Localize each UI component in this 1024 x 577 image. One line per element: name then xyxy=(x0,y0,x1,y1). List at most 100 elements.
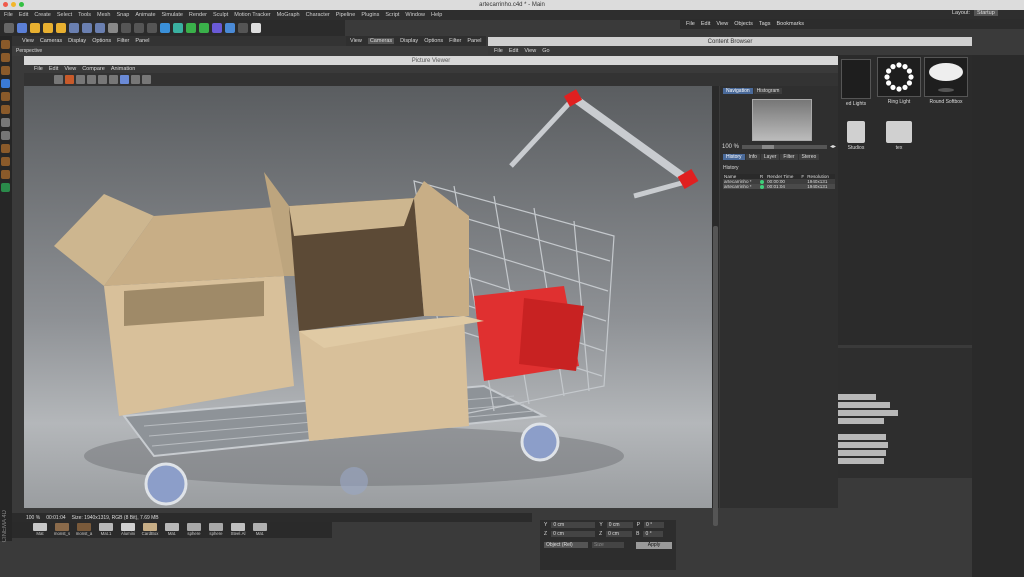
cube-icon[interactable] xyxy=(160,23,170,33)
camera-menu-filter[interactable]: Filter xyxy=(449,38,461,44)
lock-workplane-icon[interactable] xyxy=(1,157,10,166)
material-swatch[interactable]: Alumini xyxy=(118,522,138,538)
render-region-icon[interactable] xyxy=(65,75,74,84)
subdivision-icon[interactable] xyxy=(186,23,196,33)
viewport-menu-cameras[interactable]: Cameras xyxy=(40,38,62,44)
render-scrollbar[interactable] xyxy=(712,86,719,526)
undo-icon[interactable] xyxy=(4,23,14,33)
menu-edit[interactable]: Edit xyxy=(19,12,28,18)
material-swatch[interactable]: sphere xyxy=(184,522,204,538)
object-menu-tags[interactable]: Tags xyxy=(759,21,771,27)
menu-tools[interactable]: Tools xyxy=(78,12,91,18)
material-swatch[interactable]: Steel.Al xyxy=(228,522,248,538)
camera-menu-cameras[interactable]: Cameras xyxy=(367,38,395,44)
camera-menu-panel[interactable]: Panel xyxy=(467,38,481,44)
layout-selector[interactable]: Layout: Startup xyxy=(952,10,998,16)
sculpt-icon[interactable] xyxy=(1,183,10,192)
close-window-button[interactable] xyxy=(3,2,8,7)
menu-create[interactable]: Create xyxy=(34,12,51,18)
object-menu-edit[interactable]: Edit xyxy=(701,21,710,27)
tweak-mode-icon[interactable] xyxy=(1,131,10,140)
content-item-ring-light[interactable]: Ring Light xyxy=(876,57,922,105)
viewer-menu-compare[interactable]: Compare xyxy=(82,66,105,72)
polygons-mode-icon[interactable] xyxy=(1,66,10,75)
size-mode-select[interactable]: Size xyxy=(592,542,624,548)
viewer-menu-view[interactable]: View xyxy=(64,66,76,72)
channel-icon[interactable] xyxy=(131,75,140,84)
p-rotation-field[interactable]: 0 ° xyxy=(644,522,665,528)
texture-mode-icon[interactable] xyxy=(1,92,10,101)
menu-simulate[interactable]: Simulate xyxy=(162,12,183,18)
coordinate-mode-select[interactable]: Object (Rel) xyxy=(544,542,588,548)
stop-render-icon[interactable] xyxy=(76,75,85,84)
cloner-icon[interactable] xyxy=(199,23,209,33)
material-swatch[interactable]: Mat xyxy=(30,522,50,538)
b-rotation-field[interactable]: 0 ° xyxy=(643,531,664,537)
content-item-studios[interactable]: Studios xyxy=(836,121,876,151)
viewer-menu-animation[interactable]: Animation xyxy=(111,66,135,72)
content-item-round-softbox[interactable]: Round Softbox xyxy=(922,57,970,105)
tab-info[interactable]: Info xyxy=(745,154,760,160)
material-swatch[interactable]: Mat. xyxy=(250,522,270,538)
viewport-menu-panel[interactable]: Panel xyxy=(135,38,149,44)
menu-file[interactable]: File xyxy=(4,12,13,18)
value-bar[interactable] xyxy=(836,410,898,416)
status-zoom[interactable]: 100 % xyxy=(26,515,40,521)
scale-icon[interactable] xyxy=(43,23,53,33)
viewer-menu-file[interactable]: File xyxy=(34,66,43,72)
content-item-tex[interactable]: tex xyxy=(876,121,922,151)
menu-sculpt[interactable]: Sculpt xyxy=(213,12,228,18)
compare-b-icon[interactable] xyxy=(98,75,107,84)
menu-motion-tracker[interactable]: Motion Tracker xyxy=(234,12,270,18)
axis-mode-icon[interactable] xyxy=(1,118,10,127)
menu-plugins[interactable]: Plugins xyxy=(361,12,379,18)
edges-mode-icon[interactable] xyxy=(1,53,10,62)
navigation-thumbnail[interactable] xyxy=(752,99,812,141)
object-menu-bookmarks[interactable]: Bookmarks xyxy=(776,21,804,27)
y-position-field[interactable]: 0 cm xyxy=(551,522,596,528)
value-bar[interactable] xyxy=(836,450,886,456)
z-axis-icon[interactable] xyxy=(95,23,105,33)
render-icon[interactable] xyxy=(54,75,63,84)
content-item-lights[interactable]: ed Lights xyxy=(836,59,876,107)
deformer-icon[interactable] xyxy=(212,23,222,33)
menu-snap[interactable]: Snap xyxy=(116,12,129,18)
select-icon[interactable] xyxy=(17,23,27,33)
viewer-menu-edit[interactable]: Edit xyxy=(49,66,58,72)
value-bar[interactable] xyxy=(836,394,876,400)
view-mode-icon[interactable] xyxy=(120,75,129,84)
value-bar[interactable] xyxy=(836,442,888,448)
camera-menu-view[interactable]: View xyxy=(350,38,362,44)
render-view-icon[interactable] xyxy=(121,23,131,33)
content-menu-go[interactable]: Go xyxy=(542,48,549,54)
menu-mesh[interactable]: Mesh xyxy=(97,12,110,18)
z-size-field[interactable]: 0 cm xyxy=(606,531,633,537)
floor-icon[interactable] xyxy=(225,23,235,33)
z-position-field[interactable]: 0 cm xyxy=(551,531,596,537)
content-menu-edit[interactable]: Edit xyxy=(509,48,518,54)
y-axis-icon[interactable] xyxy=(82,23,92,33)
points-mode-icon[interactable] xyxy=(1,40,10,49)
value-bar[interactable] xyxy=(836,458,884,464)
camera-icon[interactable] xyxy=(238,23,248,33)
zoom-window-button[interactable] xyxy=(19,2,24,7)
magnet-icon[interactable] xyxy=(1,170,10,179)
coordinate-system-icon[interactable] xyxy=(108,23,118,33)
menu-script[interactable]: Script xyxy=(385,12,399,18)
tab-stereo[interactable]: Stereo xyxy=(798,154,820,160)
pen-icon[interactable] xyxy=(173,23,183,33)
history-row[interactable]: artecarrinho * 00:01:04 1940x131 xyxy=(723,184,835,189)
zoom-stepper-icon[interactable]: ◂▸ xyxy=(830,143,836,150)
render-settings-icon[interactable] xyxy=(147,23,157,33)
scrollbar-thumb[interactable] xyxy=(713,226,718,526)
tab-histogram[interactable]: Histogram xyxy=(753,88,783,94)
value-bar[interactable] xyxy=(836,402,890,408)
x-axis-icon[interactable] xyxy=(69,23,79,33)
rotate-icon[interactable] xyxy=(56,23,66,33)
workplane-icon[interactable] xyxy=(1,105,10,114)
menu-select[interactable]: Select xyxy=(57,12,72,18)
menu-render[interactable]: Render xyxy=(189,12,207,18)
model-mode-icon[interactable] xyxy=(1,79,10,88)
object-menu-view[interactable]: View xyxy=(716,21,728,27)
object-menu-file[interactable]: File xyxy=(686,21,695,27)
